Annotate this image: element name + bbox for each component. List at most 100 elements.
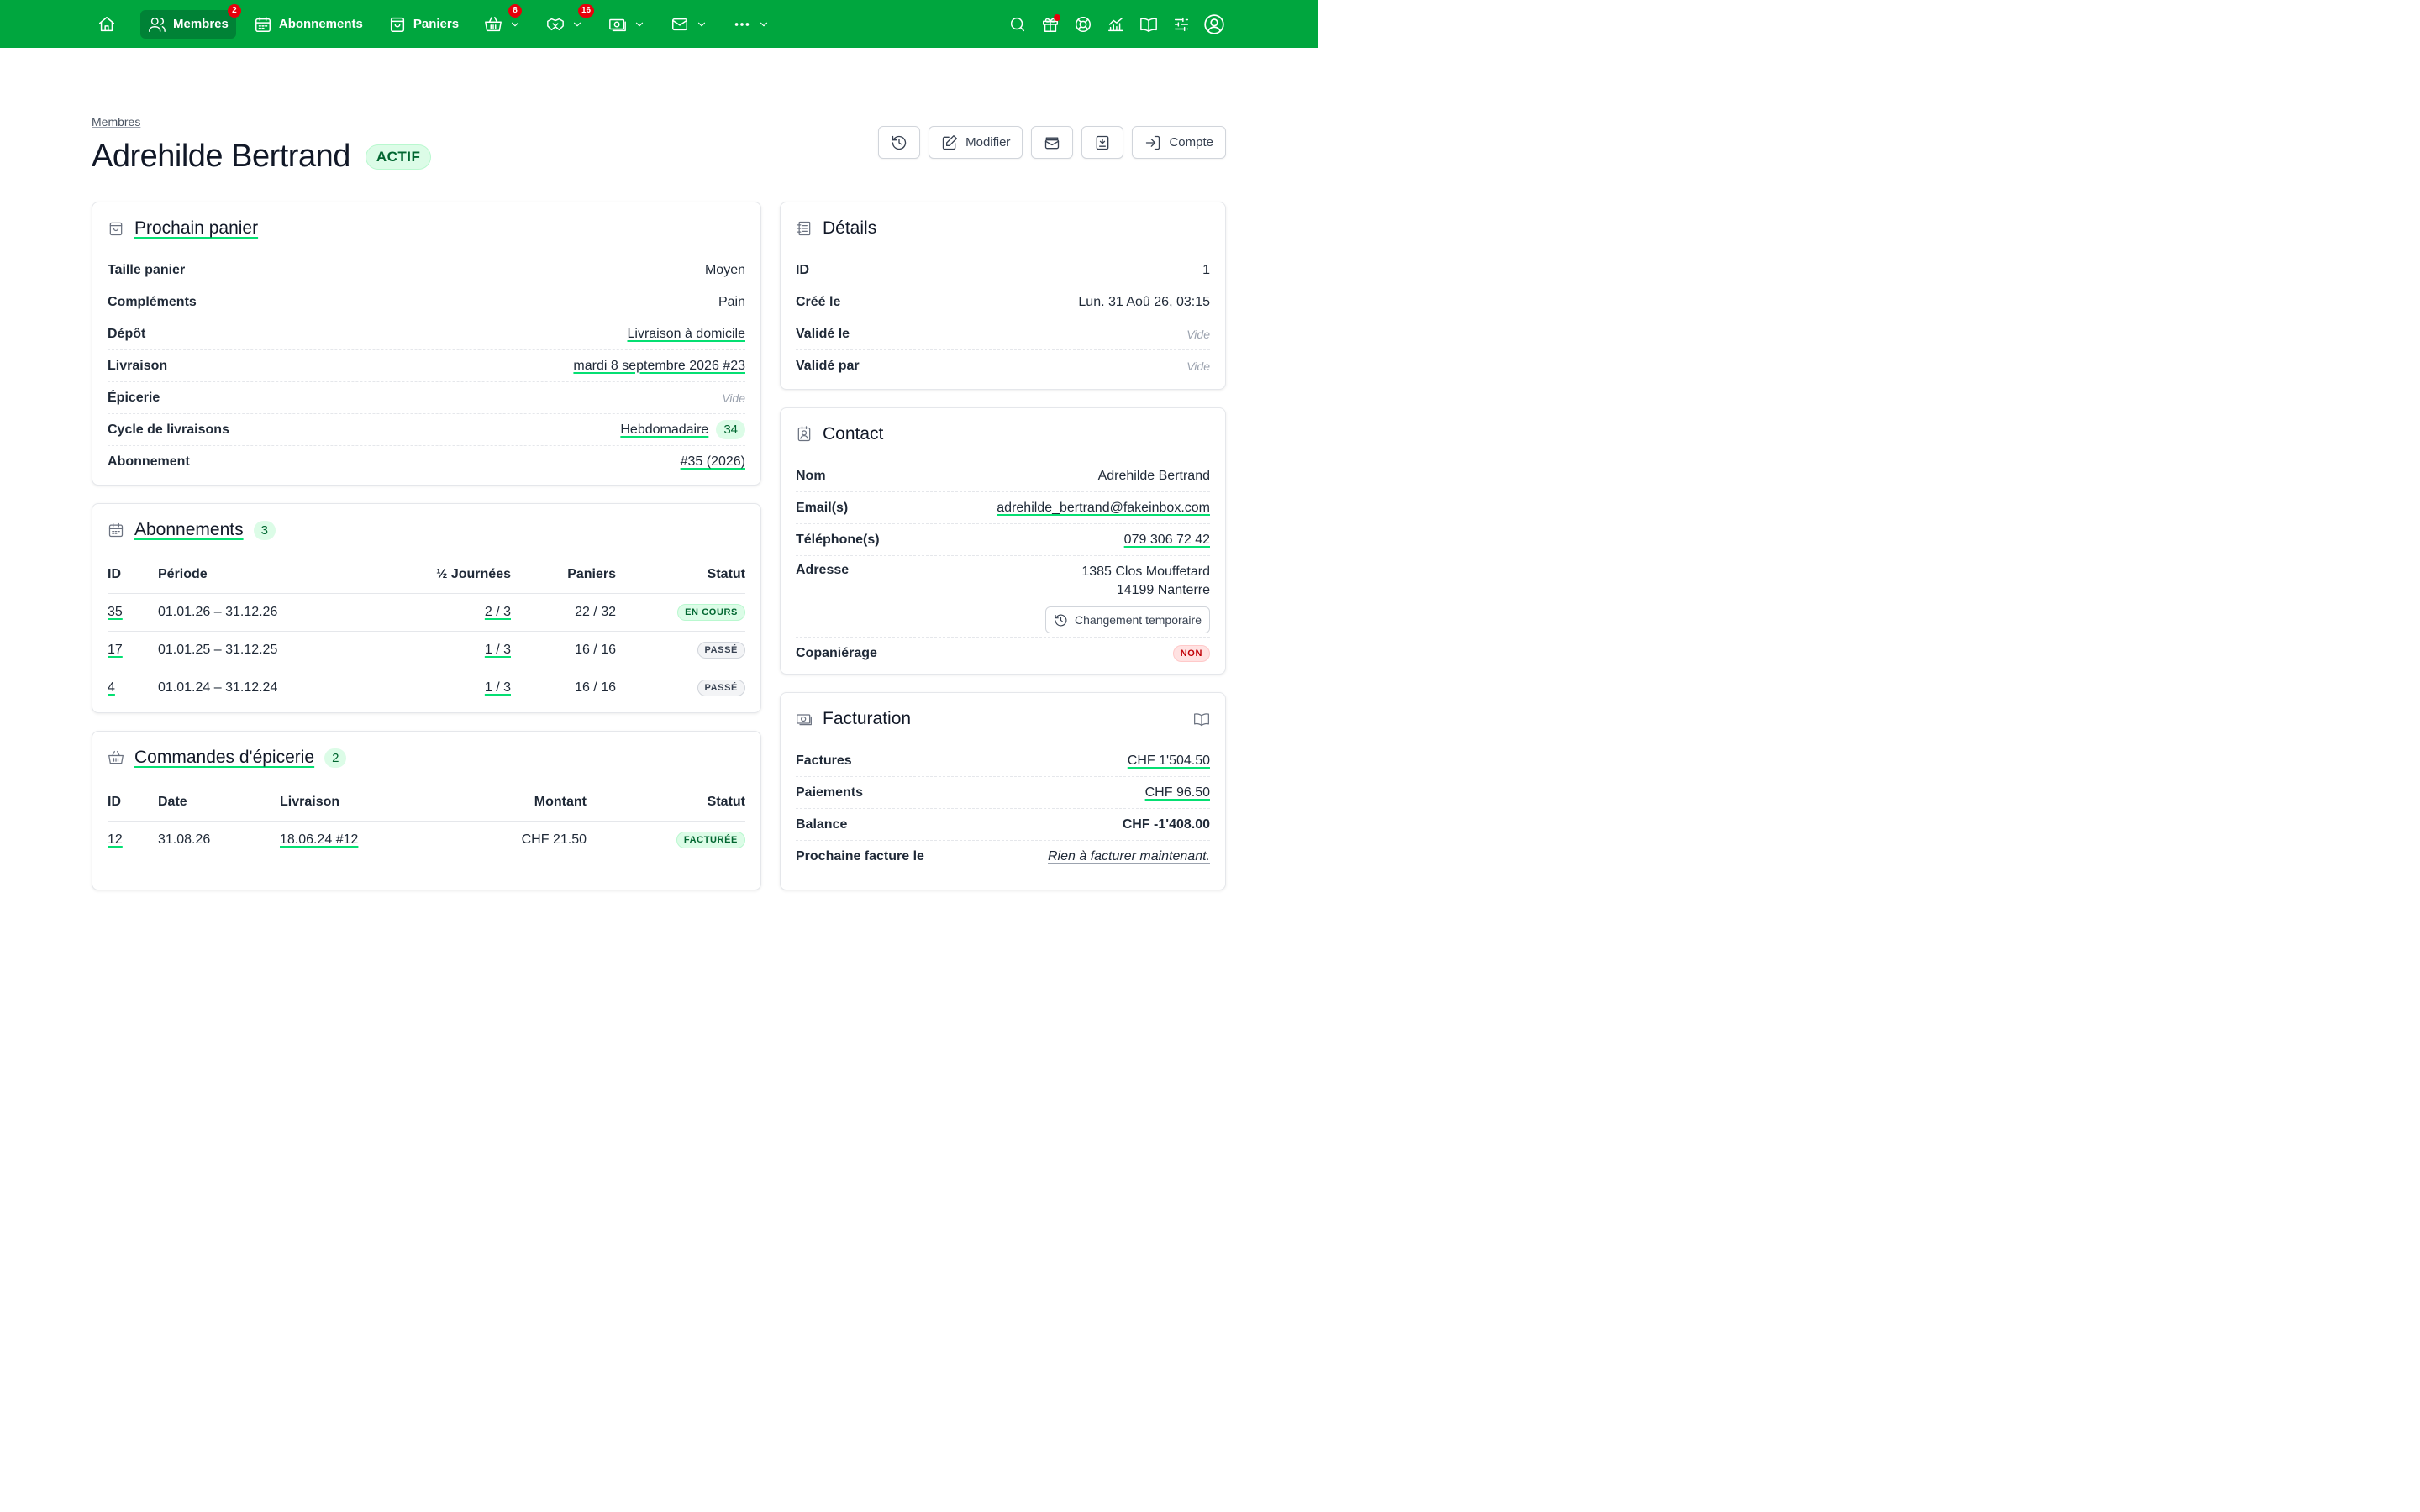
nav-shop-menu[interactable]: 8: [476, 3, 529, 39]
row-label: Factures: [796, 753, 852, 768]
breadcrumb-membres[interactable]: Membres: [92, 115, 140, 129]
billing-invoices-row: Factures CHF 1'504.50: [796, 745, 1210, 777]
email-button[interactable]: [1031, 126, 1074, 159]
row-label: Dépôt: [108, 326, 146, 341]
nav-user-account[interactable]: [1203, 13, 1225, 35]
phone-link[interactable]: 079 306 72 42: [1124, 533, 1210, 548]
address-line2: 14199 Nanterre: [1116, 583, 1210, 597]
status-badge: EN COURS: [677, 603, 745, 621]
nav-docs[interactable]: [1138, 13, 1160, 35]
half-days-link[interactable]: 1 / 3: [485, 643, 511, 657]
history-button[interactable]: [878, 126, 921, 159]
account-button-label: Compte: [1169, 135, 1213, 150]
export-button[interactable]: [1081, 126, 1124, 159]
page-title: Adrehilde Bertrand ACTIF: [92, 139, 432, 175]
created-value: Lun. 31 Aoû 26, 03:15: [1078, 294, 1210, 309]
invoices-link[interactable]: CHF 1'504.50: [1128, 753, 1210, 769]
account-button[interactable]: Compte: [1132, 126, 1226, 159]
address-line1: 1385 Clos Mouffetard: [1081, 564, 1210, 579]
col-id: ID: [108, 556, 158, 594]
header-actions: Modifier Compte: [878, 126, 1226, 159]
nav-settings[interactable]: [1171, 13, 1192, 35]
grocery-value: Vide: [722, 391, 745, 405]
edit-icon: [942, 134, 958, 150]
basket-icon: [485, 16, 502, 31]
memberships-count: 3: [253, 520, 276, 540]
col-baskets: Paniers: [511, 556, 616, 594]
depot-row: Dépôt Livraison à domicile: [108, 318, 745, 350]
contact-cobasket-row: Copaniérage NON: [796, 638, 1210, 669]
chevron-down-icon: [760, 22, 768, 26]
nav-membres[interactable]: Membres 2: [140, 3, 241, 39]
col-status: Statut: [616, 556, 745, 594]
memberships-title[interactable]: Abonnements: [134, 520, 244, 540]
contact-title: Contact: [823, 424, 884, 444]
nav-abonnements-label: Abonnements: [278, 17, 363, 31]
membership-id-link[interactable]: 35: [108, 605, 123, 619]
chart-icon: [1108, 17, 1123, 31]
nav-gift[interactable]: [1039, 13, 1061, 35]
depot-link[interactable]: Livraison à domicile: [627, 327, 745, 342]
nav-abonnements[interactable]: Abonnements: [246, 10, 371, 39]
nav-stats[interactable]: [1105, 13, 1127, 35]
billing-payments-row: Paiements CHF 96.50: [796, 777, 1210, 809]
order-id-link[interactable]: 12: [108, 832, 123, 847]
nav-email-menu[interactable]: [663, 10, 715, 39]
membership-id-link[interactable]: 17: [108, 643, 123, 657]
row-label: Livraison: [108, 358, 168, 373]
half-days-link[interactable]: 2 / 3: [485, 605, 511, 619]
status-badge: PASSÉ: [697, 641, 745, 659]
next-invoice-link[interactable]: Rien à facturer maintenant.: [1048, 849, 1210, 864]
billing-docs-link[interactable]: [1193, 711, 1210, 727]
grocery-orders-title[interactable]: Commandes d'épicerie: [134, 748, 314, 768]
row-label: Paiements: [796, 785, 864, 800]
next-basket-card: Prochain panier Taille panier Moyen Comp…: [92, 202, 761, 486]
membership-row: Abonnement #35 (2026): [108, 446, 745, 478]
row-label: Balance: [796, 816, 848, 832]
billing-next-invoice-row: Prochaine facture le Rien à facturer mai…: [796, 841, 1210, 873]
nav-paniers[interactable]: Paniers: [381, 10, 466, 39]
basket-size-row: Taille panier Moyen: [108, 255, 745, 286]
status-badge: ACTIF: [365, 144, 432, 170]
membership-link[interactable]: #35 (2026): [681, 454, 745, 470]
order-amount-cell: CHF 21.50: [521, 832, 587, 847]
top-navbar: Membres 2 Abonnements Paniers 8 16: [0, 0, 1318, 48]
delivery-cycle-count: 34: [716, 420, 745, 439]
temporary-change-button[interactable]: Changement temporaire: [1045, 606, 1210, 633]
delivery-cycle-value: Hebdomadaire 34: [620, 420, 745, 439]
nav-more-menu[interactable]: [725, 10, 777, 39]
period-cell: 01.01.26 – 31.12.26: [158, 593, 368, 632]
col-half-days: ½ Journées: [368, 556, 511, 594]
nav-help[interactable]: [1072, 13, 1094, 35]
edit-button[interactable]: Modifier: [929, 126, 1023, 159]
detail-created-row: Créé le Lun. 31 Aoû 26, 03:15: [796, 286, 1210, 318]
mail-icon: [672, 18, 688, 30]
nav-activity-menu[interactable]: 16: [539, 3, 595, 39]
payments-link[interactable]: CHF 96.50: [1145, 785, 1210, 801]
baskets-cell: 16 / 16: [575, 680, 616, 695]
email-link[interactable]: adrehilde_bertrand@fakeinbox.com: [997, 501, 1210, 516]
billing-title: Facturation: [823, 709, 912, 728]
nav-search[interactable]: [1007, 13, 1028, 35]
row-label: Adresse: [796, 563, 850, 577]
half-days-link[interactable]: 1 / 3: [485, 680, 511, 695]
membership-id-link[interactable]: 4: [108, 680, 115, 695]
nav-home[interactable]: [94, 10, 119, 39]
delivery-link[interactable]: mardi 8 septembre 2026 #23: [573, 359, 745, 374]
contact-card: Contact Nom Adrehilde Bertrand Email(s) …: [780, 407, 1226, 675]
next-basket-title[interactable]: Prochain panier: [134, 218, 258, 239]
validated-by-value: Vide: [1186, 360, 1210, 373]
grocery-orders-table: ID Date Livraison Montant Statut 12 31.0…: [108, 784, 745, 858]
status-badge: FACTURÉE: [676, 831, 745, 848]
table-row: 4 01.01.24 – 31.12.24 1 / 3 16 / 16 PASS…: [108, 669, 745, 706]
memberships-card: Abonnements 3 ID Période ½ Journées Pani…: [92, 503, 761, 713]
lifebuoy-icon: [1076, 16, 1091, 32]
nav-membres-badge: 2: [227, 3, 241, 18]
order-delivery-link[interactable]: 18.06.24 #12: [280, 832, 358, 847]
detail-validated-row: Validé le Vide: [796, 318, 1210, 350]
delivery-cycle-link[interactable]: Hebdomadaire: [620, 423, 708, 438]
billing-card: Facturation Factures CHF 1'504.50 Paieme…: [780, 692, 1226, 890]
users-icon: [149, 17, 166, 32]
row-label: Validé le: [796, 326, 850, 341]
nav-billing-menu[interactable]: [601, 10, 653, 39]
